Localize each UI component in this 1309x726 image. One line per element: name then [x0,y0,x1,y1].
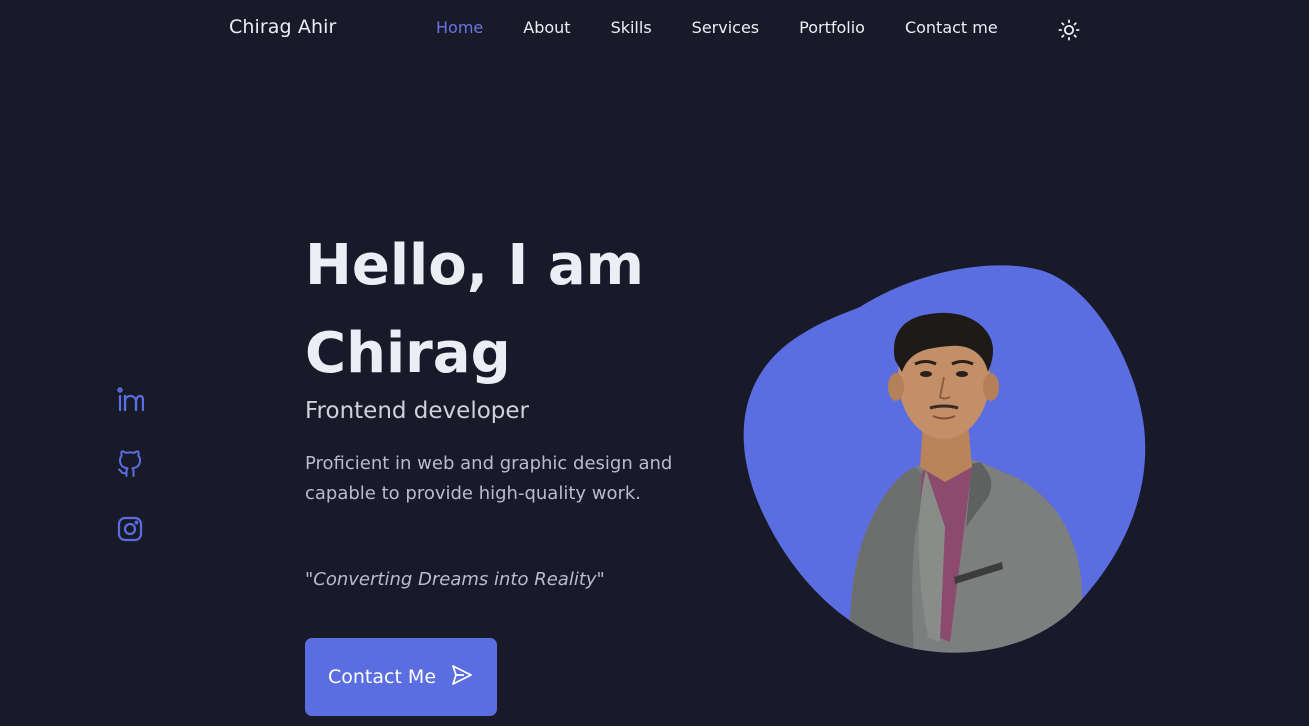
portfolio-page: Chirag Ahir Home About Skills Services P… [0,0,1309,726]
contact-me-label: Contact Me [327,666,437,688]
profile-photo-blob [740,262,1150,662]
hero-title-line2: Chirag [305,321,511,386]
nav-item-portfolio[interactable]: Portfolio [799,18,865,37]
nav-item-home[interactable]: Home [436,18,483,37]
hero-description: Proficient in web and graphic design and… [305,453,673,504]
hero-subtitle: Frontend developer [305,398,529,424]
instagram-icon[interactable] [116,515,144,545]
contact-me-button[interactable]: Contact Me [305,638,497,716]
nav-item-services[interactable]: Services [692,18,759,37]
nav-item-skills[interactable]: Skills [611,18,652,37]
nav-item-about[interactable]: About [523,18,570,37]
send-icon [450,663,474,692]
main-nav: Home About Skills Services Portfolio Con… [436,18,1018,37]
site-logo[interactable]: Chirag Ahir [229,16,336,38]
github-icon[interactable] [116,449,144,479]
hero-title: Hello, I am Chirag [305,222,725,398]
hero-title-line1: Hello, I am [305,233,644,298]
linkedin-icon[interactable] [116,385,145,415]
hero-quote: "Converting Dreams into Reality" [305,569,605,590]
sun-icon[interactable] [1058,19,1080,41]
nav-item-contact[interactable]: Contact me [905,18,998,37]
site-header: Chirag Ahir Home About Skills Services P… [0,0,1309,60]
